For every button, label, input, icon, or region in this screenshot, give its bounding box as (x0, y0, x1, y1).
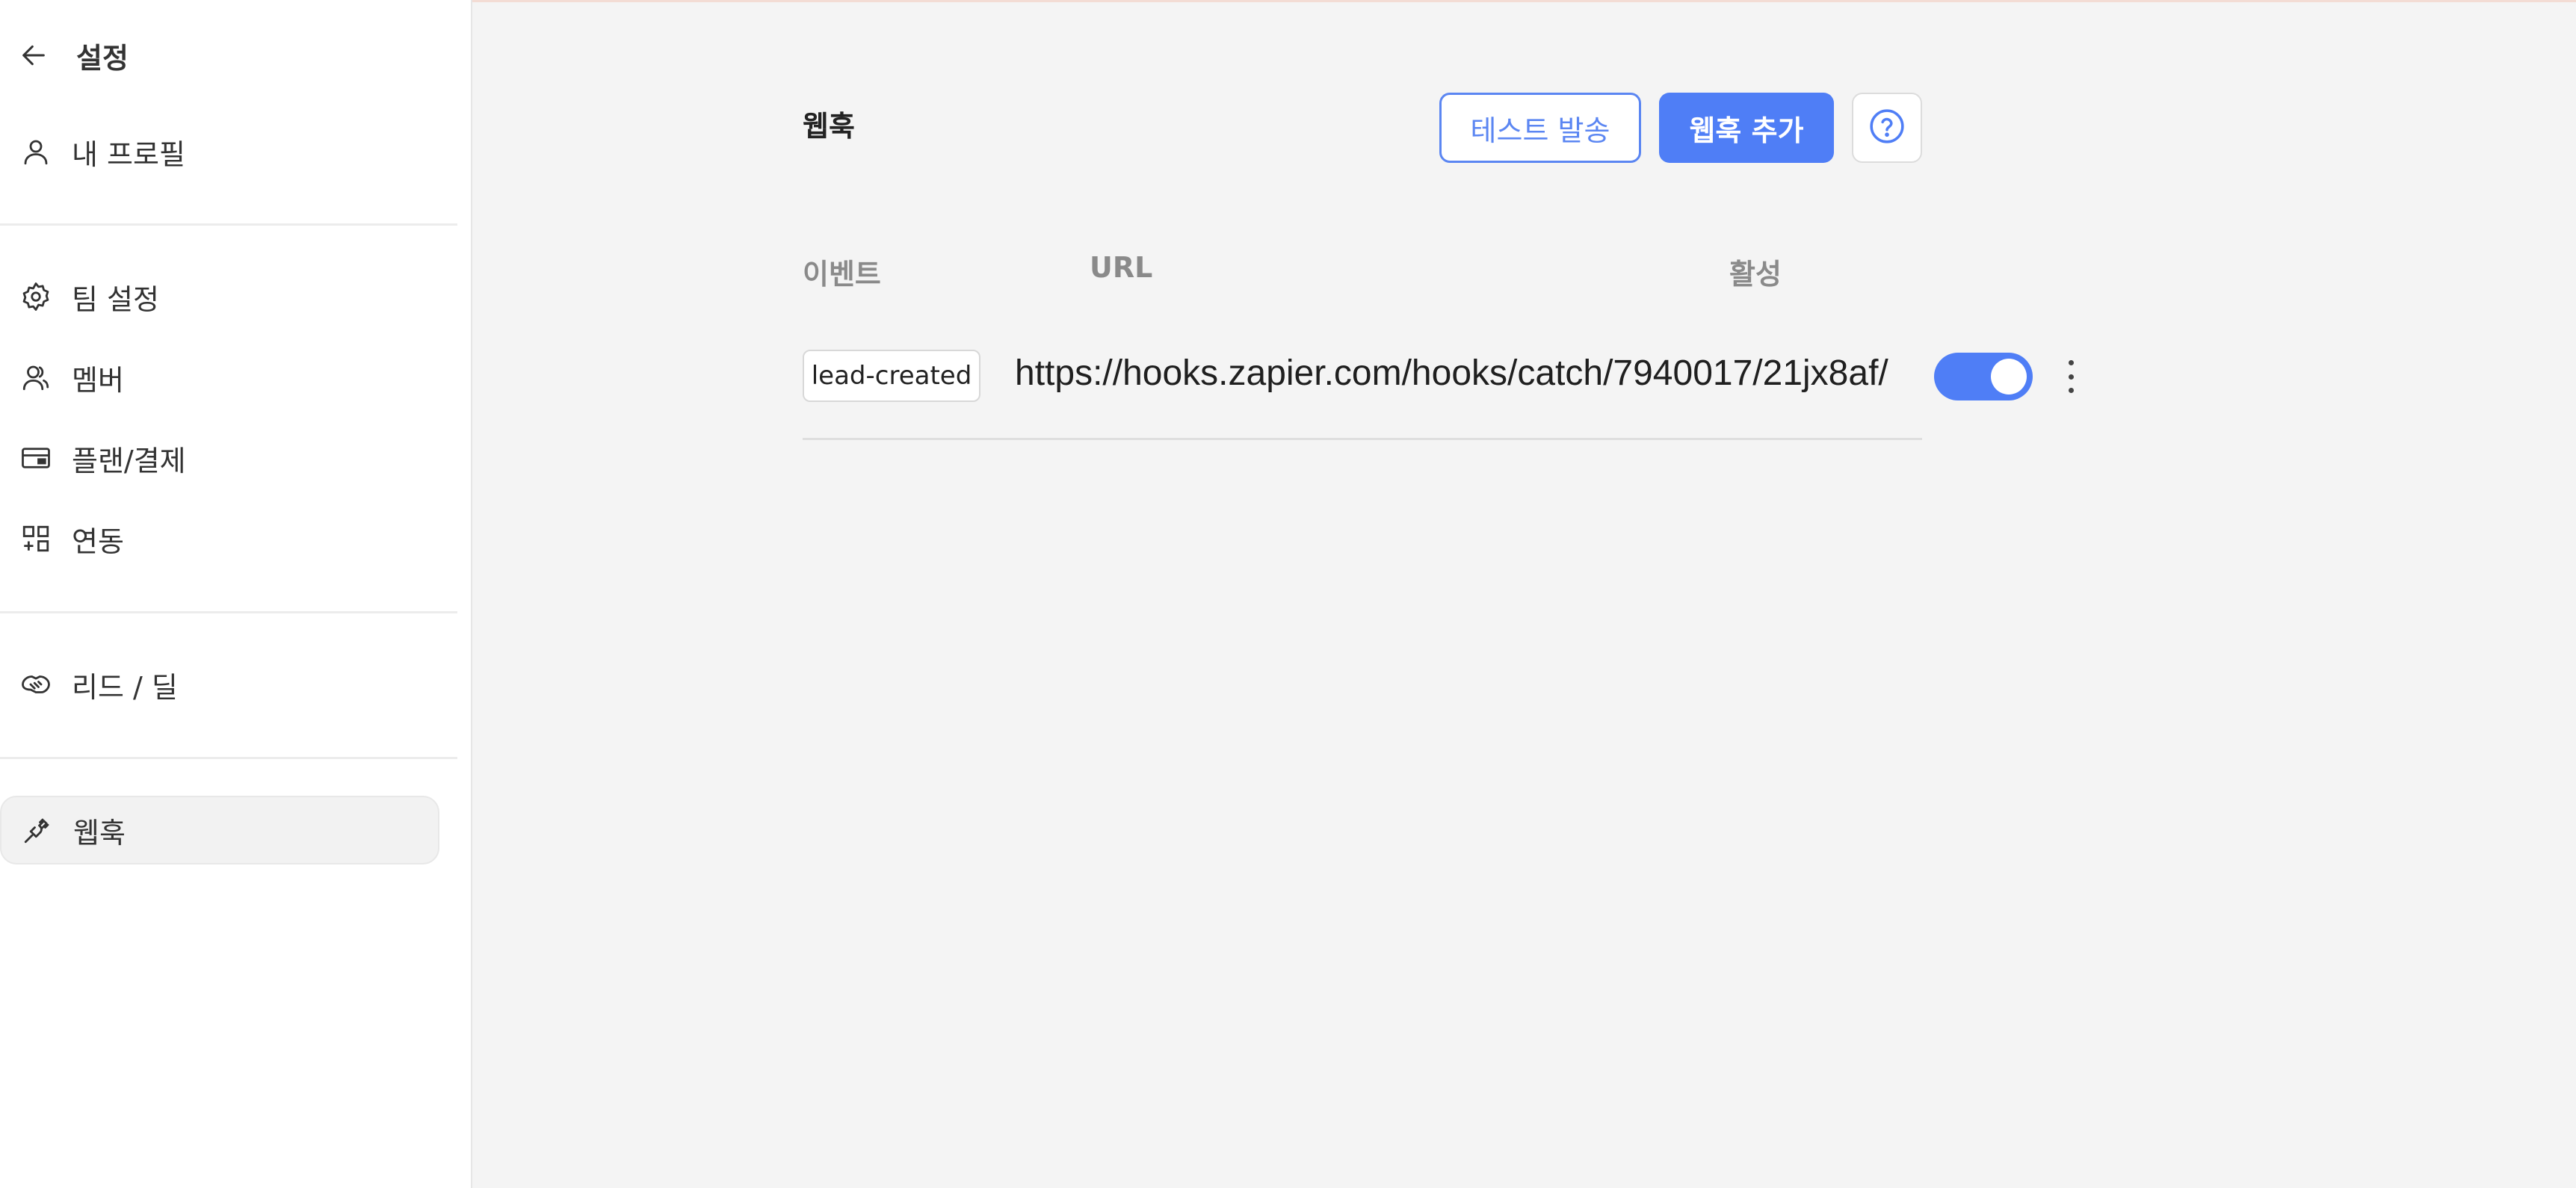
sidebar-title: 설정 (76, 41, 129, 75)
sidebar-item-label: 리드 / 딜 (72, 670, 178, 704)
help-button[interactable] (1852, 93, 1922, 163)
add-webhook-button[interactable]: 웹훅 추가 (1659, 93, 1834, 163)
wallet-icon (18, 440, 54, 476)
sidebar-item-integrations[interactable]: 연동 (0, 504, 439, 573)
settings-app: 설정 내 프로필 팀 설정 멤버 플랜/결제 연동 리드 / 딜 웹훅 웹훅 테… (0, 0, 2576, 1188)
event-badge: lead-created (803, 350, 980, 402)
webhook-url: https://hooks.zapier.com/hooks/catch/794… (1015, 353, 1888, 393)
sidebar: 설정 내 프로필 팀 설정 멤버 플랜/결제 연동 리드 / 딜 웹훅 (0, 0, 472, 1188)
column-header-url: URL (1090, 251, 1153, 284)
sidebar-item-label: 연동 (72, 525, 124, 558)
sidebar-item-webhooks[interactable]: 웹훅 (0, 796, 439, 864)
sidebar-item-members[interactable]: 멤버 (0, 343, 439, 412)
sidebar-divider (0, 757, 457, 759)
sidebar-item-team-settings[interactable]: 팀 설정 (0, 262, 439, 331)
sidebar-item-plan-billing[interactable]: 플랜/결제 (0, 424, 439, 492)
sidebar-item-profile[interactable]: 내 프로필 (0, 117, 439, 186)
more-options-icon[interactable] (2060, 354, 2082, 399)
sidebar-item-leads-deals[interactable]: 리드 / 딜 (0, 650, 439, 719)
sidebar-header: 설정 (16, 34, 129, 76)
back-arrow-icon[interactable] (16, 38, 51, 72)
sidebar-item-label: 플랜/결제 (72, 444, 186, 477)
gear-icon (18, 279, 54, 315)
sidebar-item-label: 멤버 (72, 363, 124, 397)
page-title: 웹훅 (803, 110, 855, 143)
main-content: 웹훅 테스트 발송 웹훅 추가 이벤트 URL 활성 lead-created … (474, 0, 2576, 1188)
sidebar-divider (0, 611, 457, 613)
members-icon (18, 359, 54, 395)
toggle-knob (1991, 359, 2027, 395)
sidebar-divider (0, 223, 457, 226)
apps-add-icon (18, 521, 54, 557)
row-divider (803, 438, 1922, 440)
sidebar-item-label: 팀 설정 (72, 282, 159, 316)
column-header-event: 이벤트 (803, 258, 881, 291)
active-toggle[interactable] (1934, 353, 2033, 400)
sidebar-item-label: 내 프로필 (72, 137, 185, 171)
test-send-button[interactable]: 테스트 발송 (1439, 93, 1641, 163)
webhook-plug-icon (19, 812, 55, 848)
column-header-active: 활성 (1729, 258, 1782, 291)
sidebar-item-label: 웹훅 (73, 816, 126, 850)
handshake-icon (18, 666, 54, 702)
user-icon (18, 134, 54, 170)
question-circle-icon (1868, 108, 1906, 148)
